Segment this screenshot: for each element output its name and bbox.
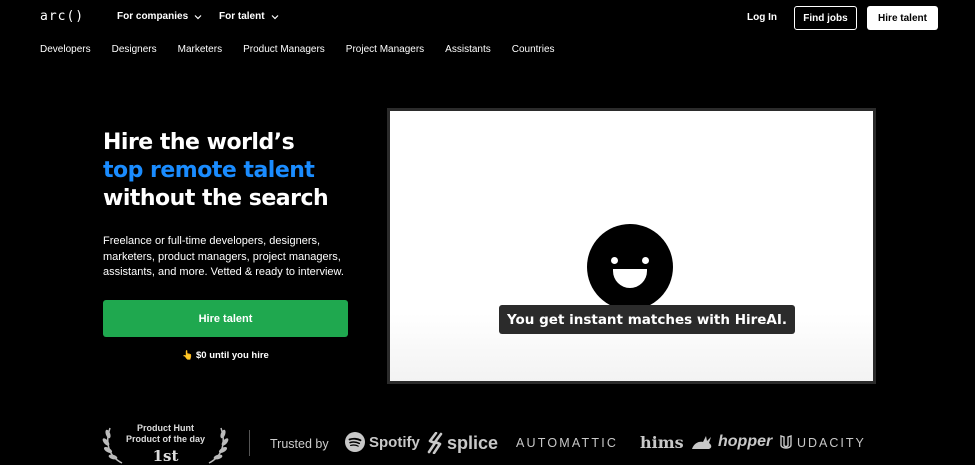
hims-logo: hims — [640, 433, 684, 452]
ph-rank: 1st — [152, 447, 179, 465]
top-navigation: arc() For companies For talent Log In Fi… — [0, 0, 975, 36]
demo-video-panel[interactable]: You get instant matches with HireAI. — [387, 108, 876, 384]
hopper-bunny-icon — [692, 436, 712, 449]
subnav-product-managers[interactable]: Product Managers — [243, 44, 325, 55]
hopper-wordmark: hopper — [718, 433, 773, 450]
udacity-logo: UDACITY — [779, 435, 866, 451]
for-talent-menu[interactable]: For talent — [219, 11, 279, 22]
eye-right — [642, 257, 649, 264]
trusted-by-label: Trusted by — [270, 437, 329, 451]
udacity-icon — [780, 435, 792, 449]
ph-line1: Product Hunt — [137, 423, 194, 433]
hire-talent-cta-button[interactable]: Hire talent — [103, 300, 348, 337]
splice-wordmark: splice — [447, 432, 499, 453]
pricing-note: 👆 $0 until you hire — [103, 350, 348, 361]
smile-mouth — [613, 269, 647, 288]
video-caption: You get instant matches with HireAI. — [499, 305, 796, 334]
find-jobs-button[interactable]: Find jobs — [794, 6, 857, 30]
hero-description: Freelance or full-time developers, desig… — [103, 235, 344, 278]
hire-talent-header-button[interactable]: Hire talent — [867, 6, 938, 30]
automattic-wordmark: AUTOMATTIC — [516, 436, 619, 450]
spotify-wordmark: Spotify — [369, 433, 420, 451]
splice-icon — [427, 432, 443, 454]
subnav-developers[interactable]: Developers — [40, 44, 91, 55]
subnav-designers[interactable]: Designers — [112, 44, 157, 55]
chevron-down-icon — [194, 14, 202, 19]
product-hunt-badge: Product Hunt Product of the day 1st — [100, 422, 231, 465]
product-hunt-text: Product Hunt Product of the day — [100, 423, 231, 445]
subnav-marketers[interactable]: Marketers — [178, 44, 222, 55]
spotify-icon — [345, 432, 365, 452]
pricing-note-text: $0 until you hire — [196, 350, 269, 361]
splice-logo: splice — [427, 432, 498, 454]
automattic-logo: AUTOMATTIC — [516, 436, 618, 450]
subnav-assistants[interactable]: Assistants — [445, 44, 491, 55]
category-nav: Developers Designers Marketers Product M… — [40, 44, 576, 55]
udacity-wordmark: UDACITY — [797, 436, 866, 450]
chevron-down-icon — [271, 14, 278, 19]
hopper-logo: hopper — [690, 433, 772, 451]
subnav-project-managers[interactable]: Project Managers — [346, 44, 424, 55]
for-talent-label: For talent — [219, 11, 265, 22]
for-companies-label: For companies — [117, 11, 189, 22]
hero-title: Hire the world’s top remote talent witho… — [103, 129, 329, 213]
for-companies-menu[interactable]: For companies — [117, 11, 202, 22]
hims-wordmark: hims — [640, 433, 684, 452]
hero-title-line3: without the search — [103, 186, 329, 211]
smiley-face-icon — [587, 224, 673, 310]
subnav-countries[interactable]: Countries — [512, 44, 555, 55]
eye-left — [611, 257, 618, 264]
hero-title-line1: Hire the world’s — [103, 130, 295, 155]
login-link[interactable]: Log In — [747, 12, 777, 23]
trust-divider — [249, 430, 250, 456]
hero-title-accent: top remote talent — [103, 158, 315, 183]
arc-logo[interactable]: arc() — [40, 9, 84, 24]
spotify-logo: Spotify — [345, 432, 420, 452]
pointing-hand-icon: 👆 — [182, 350, 194, 360]
ph-line2: Product of the day — [125, 434, 205, 444]
